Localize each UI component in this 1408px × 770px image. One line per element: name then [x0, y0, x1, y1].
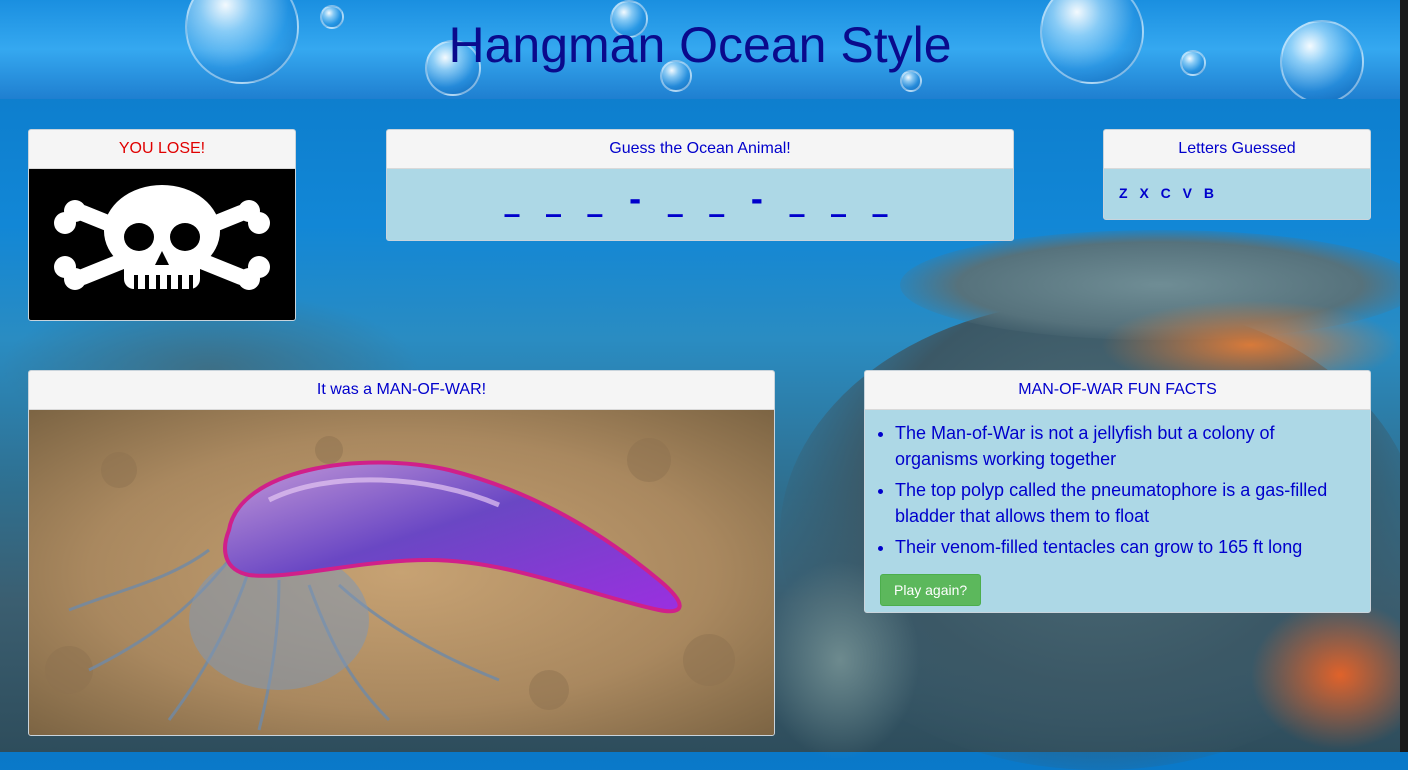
fun-fact-item: The Man-of-War is not a jellyfish but a …	[895, 420, 1350, 472]
play-again-button[interactable]: Play again?	[880, 574, 982, 606]
reveal-panel: It was a MAN-OF-WAR!	[28, 370, 775, 736]
status-heading: YOU LOSE!	[29, 130, 295, 169]
letters-guessed-heading: Letters Guessed	[1104, 130, 1370, 169]
page-header: Hangman Ocean Style	[0, 0, 1400, 99]
word-panel: Guess the Ocean Animal! _ _ _ - _ _ - _ …	[386, 129, 1014, 241]
status-panel: YOU LOSE!	[28, 129, 296, 321]
page-title: Hangman Ocean Style	[448, 17, 952, 73]
fun-fact-item: The top polyp called the pneumatophore i…	[895, 477, 1350, 529]
guessed-letters: Z X C V B	[1119, 185, 1215, 201]
window-edge	[1400, 0, 1408, 752]
fun-facts-list: The Man-of-War is not a jellyfish but a …	[865, 420, 1370, 560]
masked-word: _ _ _ - _ _ - _ _ _	[504, 183, 896, 218]
fun-fact-item: Their venom-filled tentacles can grow to…	[895, 534, 1350, 560]
word-panel-heading: Guess the Ocean Animal!	[387, 130, 1013, 169]
man-of-war-photo	[29, 410, 774, 735]
letters-guessed-panel: Letters Guessed Z X C V B	[1103, 129, 1371, 220]
reveal-heading: It was a MAN-OF-WAR!	[29, 371, 774, 410]
fun-facts-panel: MAN-OF-WAR FUN FACTS The Man-of-War is n…	[864, 370, 1371, 613]
fun-facts-heading: MAN-OF-WAR FUN FACTS	[865, 371, 1370, 410]
skull-and-crossbones-icon	[29, 169, 295, 320]
